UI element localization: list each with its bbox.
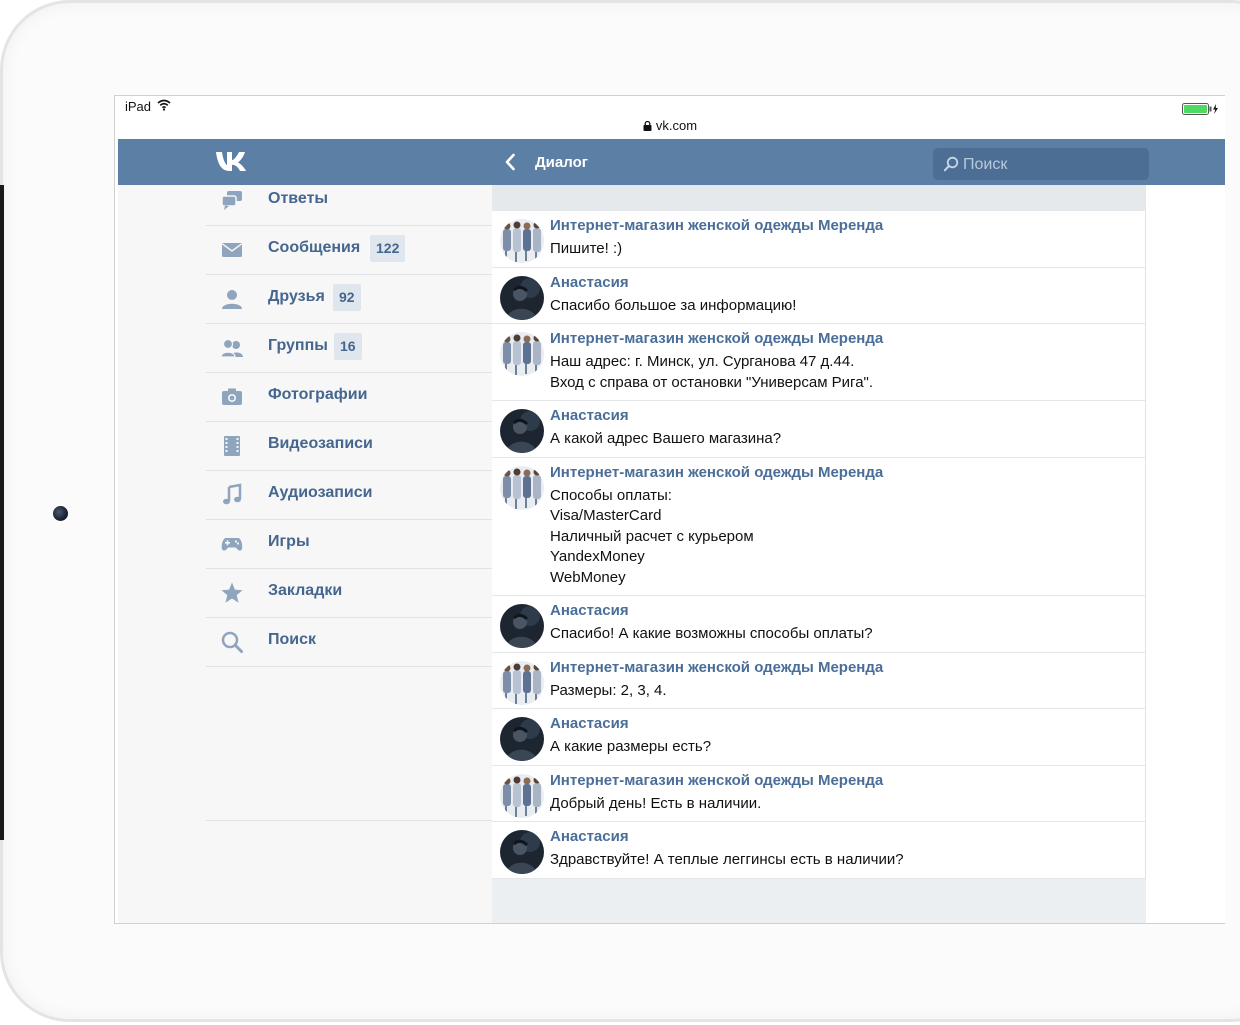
sidebar-item-photos[interactable]: Фотографии	[206, 373, 492, 422]
messages-count-badge: 122	[370, 235, 406, 262]
message-text: Наш адрес: г. Минск, ул. Сурганова 47 д.…	[550, 353, 874, 391]
group-icon	[220, 338, 243, 358]
user-avatar[interactable]	[500, 275, 544, 320]
camera-icon	[222, 388, 242, 405]
user-avatar[interactable]	[500, 604, 544, 648]
user-avatar[interactable]	[500, 717, 544, 761]
message-text: Здравствуйте! А теплые леггинсы есть в н…	[550, 851, 904, 868]
message-author[interactable]: Интернет-магазин женской одежды Меренда	[550, 464, 1145, 482]
message-author[interactable]: Анастасия	[550, 715, 1145, 733]
sidebar: Ответы Сообщения 122 Друзья 92 Группы 16…	[118, 185, 492, 923]
address-bar[interactable]: vk.com	[115, 118, 1225, 138]
message-text: А какие размеры есть?	[550, 738, 712, 755]
message-text: Спасибо большое за информацию!	[550, 296, 797, 314]
shop-avatar[interactable]	[500, 332, 544, 376]
message-item[interactable]: Анастасия А какие размеры есть?	[492, 709, 1145, 766]
lock-icon	[643, 121, 652, 131]
music-note-icon	[223, 483, 242, 505]
message-item[interactable]: Анастасия А какой адрес Вашего магазина?	[492, 401, 1145, 458]
wifi-icon	[157, 99, 171, 111]
message-text: Способы оплаты: Visa/MasterCard Наличный…	[550, 486, 754, 586]
sidebar-item-label: Группы	[268, 337, 328, 354]
message-text: А какой адрес Вашего магазина?	[550, 430, 782, 447]
message-author[interactable]: Интернет-магазин женской одежды Меренда	[550, 330, 1145, 348]
sidebar-item-games[interactable]: Игры	[206, 520, 492, 569]
message-text: Добрый день! Есть в наличии.	[550, 794, 762, 812]
vk-logo-icon[interactable]	[215, 150, 251, 172]
message-item[interactable]: Анастасия Спасибо! А какие возможны спосо…	[492, 596, 1145, 653]
search-input[interactable]	[961, 153, 1145, 177]
message-author[interactable]: Анастасия	[550, 274, 1145, 292]
message-item[interactable]: Интернет-магазин женской одежды Меренда Р…	[492, 653, 1145, 709]
sidebar-item-audio[interactable]: Аудиозаписи	[206, 471, 492, 520]
sidebar-item-label: Фотографии	[268, 386, 368, 403]
shop-avatar[interactable]	[500, 465, 544, 510]
groups-count-badge: 16	[334, 333, 362, 360]
sidebar-item-bookmarks[interactable]: Закладки	[206, 569, 492, 618]
message-author[interactable]: Анастасия	[550, 407, 1145, 425]
battery-icon	[1182, 103, 1218, 115]
film-icon	[224, 436, 240, 456]
message-author[interactable]: Интернет-магазин женской одежды Меренда	[550, 659, 1145, 677]
status-bar: iPad	[115, 96, 1225, 118]
shop-avatar[interactable]	[500, 660, 544, 705]
url-text: vk.com	[655, 118, 698, 133]
sidebar-item-messages[interactable]: Сообщения 122	[206, 226, 492, 275]
sidebar-item-label: Видеозаписи	[268, 435, 373, 452]
sidebar-item-videos[interactable]: Видеозаписи	[206, 422, 492, 471]
speech-bubbles-icon	[221, 191, 242, 210]
device-name: iPad	[125, 99, 152, 114]
shop-avatar[interactable]	[500, 219, 544, 263]
dialog-top-bar	[492, 185, 1146, 211]
ipad-screen: iPad vk.com Диалог Поиск Ответы Сообщени…	[114, 95, 1225, 924]
message-list: Интернет-магазин женской одежды Меренда П…	[492, 211, 1146, 879]
message-text: Пишите! :)	[550, 240, 623, 257]
sidebar-item-search[interactable]: Поиск	[206, 618, 492, 667]
sidebar-item-groups[interactable]: Группы 16	[206, 324, 492, 373]
sidebar-divider	[206, 820, 492, 821]
sidebar-item-friends[interactable]: Друзья 92	[206, 275, 492, 324]
message-text: Размеры: 2, 3, 4.	[550, 681, 667, 699]
back-chevron-icon[interactable]	[504, 153, 516, 171]
message-author[interactable]: Интернет-магазин женской одежды Меренда	[550, 772, 1145, 790]
front-camera	[53, 506, 68, 521]
shop-avatar[interactable]	[500, 773, 544, 818]
message-item[interactable]: Анастасия Здравствуйте! А теплые леггинсы…	[492, 822, 1145, 879]
search-box[interactable]	[933, 148, 1149, 180]
page-title: Диалог	[535, 154, 588, 171]
dialog-panel: Интернет-магазин женской одежды Меренда П…	[492, 185, 1146, 923]
sidebar-item-label: Аудиозаписи	[268, 484, 373, 501]
sidebar-item-answers[interactable]: Ответы	[206, 177, 492, 226]
message-author[interactable]: Интернет-магазин женской одежды Меренда	[550, 217, 1145, 235]
user-avatar[interactable]	[500, 409, 544, 453]
sidebar-item-label: Игры	[268, 533, 310, 550]
message-item[interactable]: Интернет-магазин женской одежды Меренда Д…	[492, 766, 1145, 822]
sidebar-item-label: Закладки	[268, 582, 343, 599]
search-icon	[221, 631, 243, 653]
message-text: Спасибо! А какие возможны способы оплаты…	[550, 625, 873, 642]
message-author[interactable]: Анастасия	[550, 602, 1145, 620]
user-avatar[interactable]	[500, 830, 544, 874]
gamepad-icon	[221, 538, 243, 551]
ipad-side-edge	[0, 185, 4, 840]
sidebar-item-label: Ответы	[268, 190, 329, 207]
message-item[interactable]: Интернет-магазин женской одежды Меренда С…	[492, 458, 1145, 596]
message-item[interactable]: Интернет-магазин женской одежды Меренда Н…	[492, 324, 1145, 401]
envelope-icon	[222, 243, 242, 257]
person-icon	[222, 290, 242, 309]
sidebar-item-label: Поиск	[268, 631, 317, 648]
search-icon	[943, 156, 959, 172]
message-item[interactable]: Интернет-магазин женской одежды Меренда П…	[492, 211, 1145, 268]
sidebar-item-label: Друзья	[268, 288, 325, 305]
message-item[interactable]: Анастасия Спасибо большое за информацию!	[492, 268, 1145, 324]
sidebar-item-label: Сообщения	[268, 239, 361, 256]
star-icon	[221, 582, 243, 603]
friends-count-badge: 92	[333, 284, 361, 311]
message-author[interactable]: Анастасия	[550, 828, 1145, 846]
